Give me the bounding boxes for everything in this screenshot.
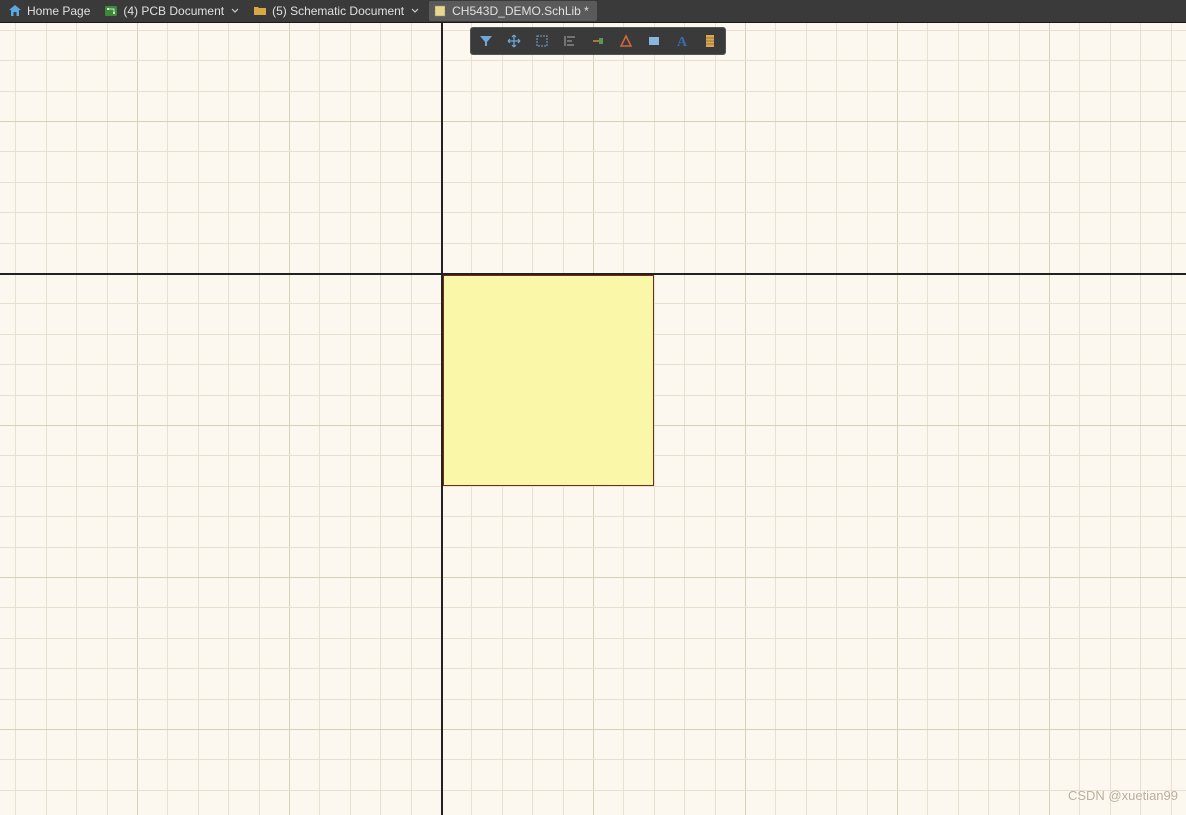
home-icon — [8, 4, 22, 18]
tab-schematic-doc[interactable]: (5) Schematic Document — [249, 1, 427, 21]
move-button[interactable] — [500, 28, 528, 54]
chevron-down-icon — [411, 7, 419, 15]
pin-button[interactable] — [584, 28, 612, 54]
sheet-button[interactable] — [696, 28, 724, 54]
tab-home[interactable]: Home Page — [4, 1, 98, 21]
schematic-canvas[interactable]: A CSDN @xuetian99 — [0, 23, 1186, 815]
selection-button[interactable] — [528, 28, 556, 54]
axis-horizontal — [0, 273, 1186, 275]
watermark: CSDN @xuetian99 — [1068, 788, 1178, 803]
tab-label: (5) Schematic Document — [272, 4, 404, 18]
align-button[interactable] — [556, 28, 584, 54]
svg-text:A: A — [677, 35, 688, 49]
drawing-toolbar: A — [470, 27, 726, 55]
tab-label: CH543D_DEMO.SchLib * — [452, 4, 589, 18]
rectangle-button[interactable] — [640, 28, 668, 54]
ieee-symbol-button[interactable] — [612, 28, 640, 54]
tab-bar: Home Page (4) PCB Document (5) Schematic… — [0, 0, 1186, 23]
chevron-down-icon — [231, 7, 239, 15]
text-button[interactable]: A — [668, 28, 696, 54]
tab-label: Home Page — [27, 4, 90, 18]
schlib-icon — [433, 4, 447, 18]
pcb-icon — [104, 4, 118, 18]
folder-icon — [253, 4, 267, 18]
tab-schlib[interactable]: CH543D_DEMO.SchLib * — [429, 1, 597, 21]
tab-label: (4) PCB Document — [123, 4, 224, 18]
component-body[interactable] — [443, 275, 654, 486]
tab-pcb-doc[interactable]: (4) PCB Document — [100, 1, 247, 21]
axis-vertical — [441, 23, 443, 815]
filter-button[interactable] — [472, 28, 500, 54]
